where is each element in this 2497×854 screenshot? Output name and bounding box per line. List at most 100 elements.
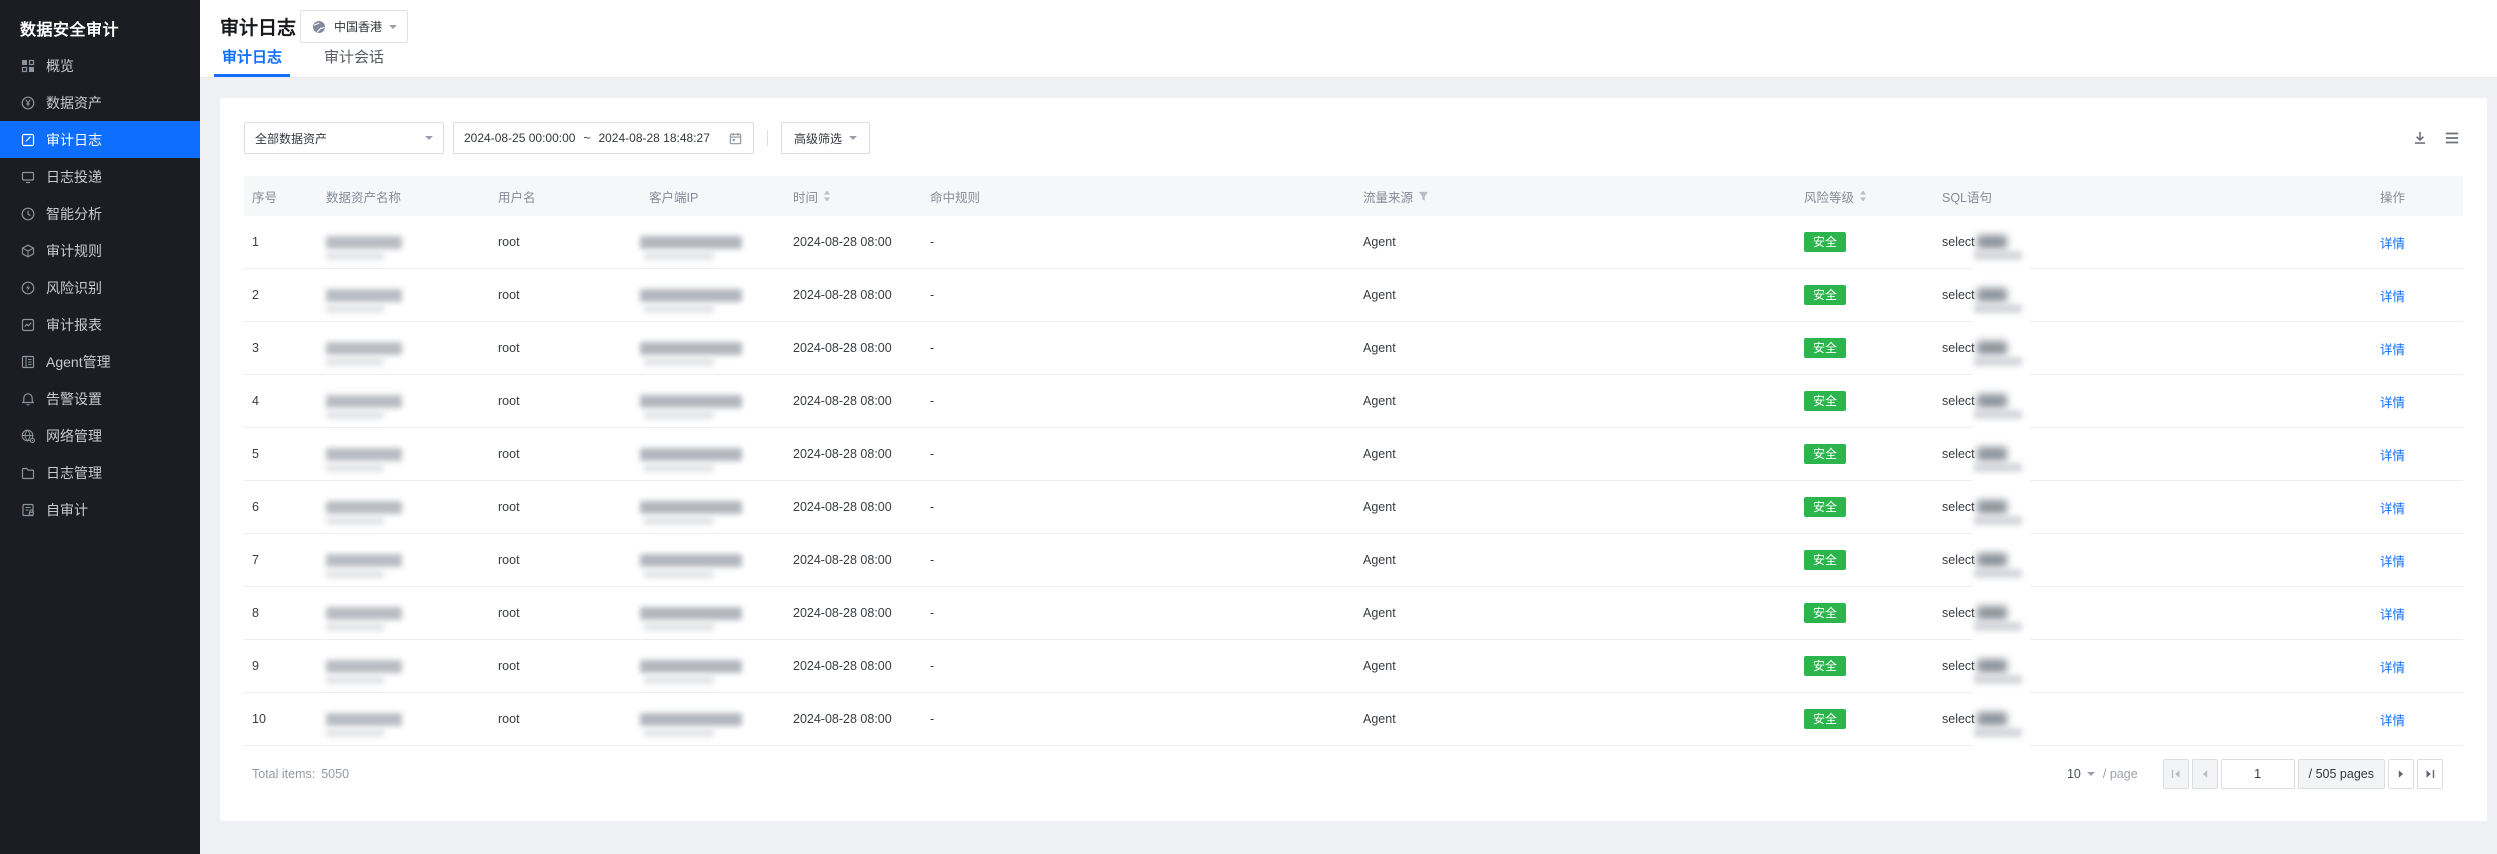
sidebar-item-data-assets[interactable]: 数据资产 bbox=[0, 84, 200, 121]
cell-asset-name-redacted bbox=[326, 216, 402, 268]
audit-log-card: 全部数据资产 2024-08-25 00:00:00 ~ 2024-08-28 … bbox=[220, 98, 2487, 821]
asset-select-value: 全部数据资产 bbox=[255, 131, 328, 146]
col-time: 时间 bbox=[793, 176, 831, 216]
cell-sql: select bbox=[1942, 640, 2022, 692]
table-footer: Total items: 5050 10 / page 1 / 505 page… bbox=[244, 746, 2463, 802]
table-row: 9 root 2024-08-28 08:00 - Agent 安全 selec… bbox=[244, 640, 2463, 693]
risk-badge: 安全 bbox=[1804, 444, 1847, 464]
cell-no: 2 bbox=[252, 288, 259, 302]
sidebar-item-label: 风险识别 bbox=[46, 279, 102, 296]
redacted-text bbox=[326, 411, 384, 419]
table-row: 1 root 2024-08-28 08:00 - Agent 安全 selec… bbox=[244, 216, 2463, 269]
risk-badge: 安全 bbox=[1804, 497, 1847, 517]
details-link[interactable]: 详情 bbox=[2380, 481, 2405, 533]
redacted-text bbox=[644, 517, 714, 525]
cell-client-ip-redacted bbox=[640, 481, 742, 533]
cell-risk-level: 安全 bbox=[1804, 640, 1847, 692]
redacted-text bbox=[326, 305, 384, 313]
redacted-text bbox=[326, 500, 402, 514]
region-selector[interactable]: 中国香港 bbox=[300, 10, 409, 43]
sidebar-item-intelligent-analysis[interactable]: 智能分析 bbox=[0, 195, 200, 232]
col-sql: SQL语句 bbox=[1942, 190, 1993, 205]
tab-audit-logs[interactable]: 审计日志 bbox=[214, 46, 291, 77]
advanced-filter-button[interactable]: 高级筛选 bbox=[781, 122, 871, 154]
sidebar-item-label: Agent管理 bbox=[46, 353, 111, 370]
redacted-text bbox=[1974, 357, 2022, 366]
cell-username: root bbox=[498, 341, 520, 355]
details-link[interactable]: 详情 bbox=[2380, 428, 2405, 480]
sidebar-item-network-management[interactable]: 网络管理 bbox=[0, 417, 200, 454]
cell-asset-name-redacted bbox=[326, 269, 402, 321]
redacted-text bbox=[640, 659, 742, 673]
details-link[interactable]: 详情 bbox=[2380, 640, 2405, 692]
details-link[interactable]: 详情 bbox=[2380, 269, 2405, 321]
sidebar-item-audit-logs[interactable]: 审计日志 bbox=[0, 121, 200, 158]
redacted-text bbox=[1976, 288, 2007, 302]
filter-funnel-icon[interactable] bbox=[1418, 191, 1429, 202]
cell-time: 2024-08-28 08:00 bbox=[793, 341, 892, 355]
sidebar-item-agent-management[interactable]: Agent管理 bbox=[0, 343, 200, 380]
date-range-picker[interactable]: 2024-08-25 00:00:00 ~ 2024-08-28 18:48:2… bbox=[453, 122, 754, 154]
last-page-button[interactable] bbox=[2417, 759, 2443, 789]
cell-risk-level: 安全 bbox=[1804, 693, 1847, 745]
cell-username: root bbox=[498, 659, 520, 673]
sidebar-item-label: 告警设置 bbox=[46, 390, 102, 407]
sidebar-item-log-management[interactable]: 日志管理 bbox=[0, 454, 200, 491]
risk-badge: 安全 bbox=[1804, 656, 1847, 676]
sort-icon[interactable] bbox=[1859, 190, 1867, 202]
cell-time: 2024-08-28 08:00 bbox=[793, 288, 892, 302]
details-link[interactable]: 详情 bbox=[2380, 375, 2405, 427]
sidebar-item-risk-identification[interactable]: 风险识别 bbox=[0, 269, 200, 306]
details-link[interactable]: 详情 bbox=[2380, 216, 2405, 268]
col-client-ip: 客户端IP bbox=[649, 190, 699, 205]
sidebar-item-log-delivery[interactable]: 日志投递 bbox=[0, 158, 200, 195]
sidebar-item-audit-rules[interactable]: 审计规则 bbox=[0, 232, 200, 269]
cell-hit-rule: - bbox=[930, 288, 935, 302]
redacted-text bbox=[1974, 622, 2022, 631]
topbar: 审计日志 中国香港 审计日志 审计会话 bbox=[200, 0, 2497, 78]
details-link[interactable]: 详情 bbox=[2380, 322, 2405, 374]
sidebar-item-self-audit[interactable]: 自审计 bbox=[0, 491, 200, 528]
redacted-text bbox=[640, 235, 742, 249]
cell-no: 1 bbox=[252, 235, 259, 249]
redacted-text bbox=[326, 712, 402, 726]
cell-hit-rule: - bbox=[930, 394, 935, 408]
cell-asset-name-redacted bbox=[326, 481, 402, 533]
details-link[interactable]: 详情 bbox=[2380, 587, 2405, 639]
prev-page-button[interactable] bbox=[2191, 759, 2218, 789]
cell-no: 10 bbox=[252, 712, 266, 726]
cell-username: root bbox=[498, 712, 520, 726]
redacted-text bbox=[1976, 500, 2007, 514]
redacted-text bbox=[1974, 728, 2022, 737]
column-settings-icon[interactable] bbox=[2443, 129, 2461, 147]
risk-badge: 安全 bbox=[1804, 550, 1847, 570]
sidebar-item-overview[interactable]: 概览 bbox=[0, 47, 200, 84]
cell-no: 4 bbox=[252, 394, 259, 408]
cell-username: root bbox=[498, 394, 520, 408]
sidebar-item-label: 日志管理 bbox=[46, 464, 102, 481]
cell-asset-name-redacted bbox=[326, 428, 402, 480]
redacted-text bbox=[326, 252, 384, 260]
asset-select[interactable]: 全部数据资产 bbox=[244, 122, 444, 154]
details-link[interactable]: 详情 bbox=[2380, 534, 2405, 586]
current-page-input[interactable]: 1 bbox=[2220, 759, 2295, 789]
page-size-select[interactable]: 10 bbox=[2067, 767, 2095, 781]
first-page-button[interactable] bbox=[2162, 759, 2189, 789]
details-link[interactable]: 详情 bbox=[2380, 693, 2405, 745]
sidebar-item-audit-reports[interactable]: 审计报表 bbox=[0, 306, 200, 343]
data-assets-icon bbox=[20, 95, 36, 111]
next-page-button[interactable] bbox=[2388, 759, 2414, 789]
risk-badge: 安全 bbox=[1804, 603, 1847, 623]
risk-badge: 安全 bbox=[1804, 232, 1847, 252]
redacted-text bbox=[1976, 659, 2007, 673]
download-icon[interactable] bbox=[2411, 129, 2429, 147]
sidebar-item-alert-settings[interactable]: 告警设置 bbox=[0, 380, 200, 417]
redacted-text bbox=[644, 729, 714, 737]
cell-traffic-source: Agent bbox=[1363, 288, 1396, 302]
risk-identification-icon bbox=[20, 280, 36, 296]
tab-audit-sessions[interactable]: 审计会话 bbox=[316, 46, 392, 77]
redacted-text bbox=[1974, 569, 2022, 578]
cell-client-ip-redacted bbox=[640, 693, 742, 745]
sort-icon[interactable] bbox=[823, 190, 831, 202]
sidebar-item-label: 概览 bbox=[46, 57, 74, 74]
